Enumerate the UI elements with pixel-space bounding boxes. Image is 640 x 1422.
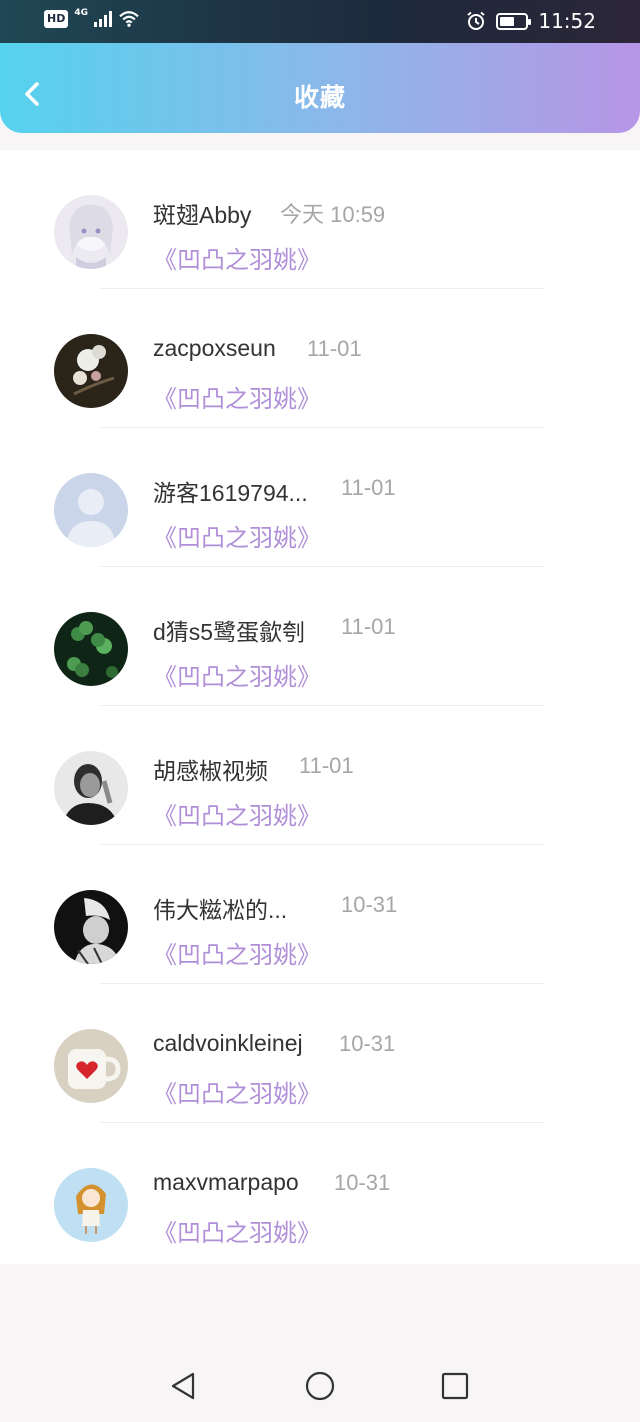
recents-square-icon[interactable] [439,1370,471,1402]
bw-portrait-avatar[interactable] [54,890,128,964]
signal-icon [94,11,112,27]
user-name: 斑翅Abby [153,202,252,228]
home-circle-icon[interactable] [304,1370,336,1402]
user-name: maxvmarpapo [153,1169,299,1195]
list-item[interactable]: d猜s5鹭蛋歙刳 11-01 《凹凸之羽姚》 [0,567,640,706]
list-item[interactable]: 伟大糍凇的... 10-31 《凹凸之羽姚》 [0,845,640,984]
favorite-time: 10-31 [339,1031,396,1056]
favorite-time: 10-31 [341,892,398,917]
favorite-time: 11-01 [307,336,362,361]
favorites-list: 斑翅Abby 今天 10:59 《凹凸之羽姚》 zacpoxseun 11-01… [0,150,640,1264]
favorite-time: 11-01 [341,475,396,500]
work-title-link[interactable]: 《凹凸之羽姚》 [153,796,321,831]
work-title-link[interactable]: 《凹凸之羽姚》 [153,240,321,275]
anime-girl-avatar[interactable] [54,195,128,269]
list-item[interactable]: 游客1619794... 11-01 《凹凸之羽姚》 [0,428,640,567]
cartoon-girl-avatar[interactable] [54,1168,128,1242]
favorite-time: 10-31 [334,1170,391,1195]
user-name: caldvoinkleinej [153,1030,303,1056]
back-triangle-icon[interactable] [168,1370,200,1402]
battery-icon [496,12,532,30]
wifi-icon [119,11,139,27]
list-item[interactable]: 斑翅Abby 今天 10:59 《凹凸之羽姚》 [0,150,640,289]
flower-avatar[interactable] [54,334,128,408]
clover-avatar[interactable] [54,612,128,686]
page-title: 收藏 [293,83,346,112]
work-title-link[interactable]: 《凹凸之羽姚》 [153,1074,321,1109]
user-name: d猜s5鹭蛋歙刳 [153,619,306,645]
default-user-avatar[interactable] [54,473,128,547]
work-title-link[interactable]: 《凹凸之羽姚》 [153,518,321,553]
list-item[interactable]: caldvoinkleinej 10-31 《凹凸之羽姚》 [0,984,640,1123]
list-item[interactable]: zacpoxseun 11-01 《凹凸之羽姚》 [0,289,640,428]
network-type-label: 4G [74,8,88,18]
list-item[interactable]: maxvmarpapo 10-31 《凹凸之羽姚》 [0,1123,640,1262]
hd-icon: HD [44,10,69,28]
user-name: 伟大糍凇的... [153,897,288,923]
status-clock: 11:52 [538,9,596,33]
heart-mug-avatar[interactable] [54,1029,128,1103]
work-title-link[interactable]: 《凹凸之羽姚》 [153,657,321,692]
system-nav-bar [0,1350,640,1422]
work-title-link[interactable]: 《凹凸之羽姚》 [153,379,321,414]
man-portrait-avatar[interactable] [54,751,128,825]
favorite-time: 今天 10:59 [280,202,386,227]
favorite-time: 11-01 [299,753,354,778]
user-name: 游客1619794... [153,480,308,506]
alarm-icon [467,11,485,30]
favorite-time: 11-01 [341,614,396,639]
list-item[interactable]: 胡感椒视频 11-01 《凹凸之羽姚》 [0,706,640,845]
status-bar: HD 4G 11:52 [0,0,640,43]
work-title-link[interactable]: 《凹凸之羽姚》 [153,1213,321,1248]
work-title-link[interactable]: 《凹凸之羽姚》 [153,935,321,970]
user-name: 胡感椒视频 [153,758,268,784]
user-name: zacpoxseun [153,335,276,361]
